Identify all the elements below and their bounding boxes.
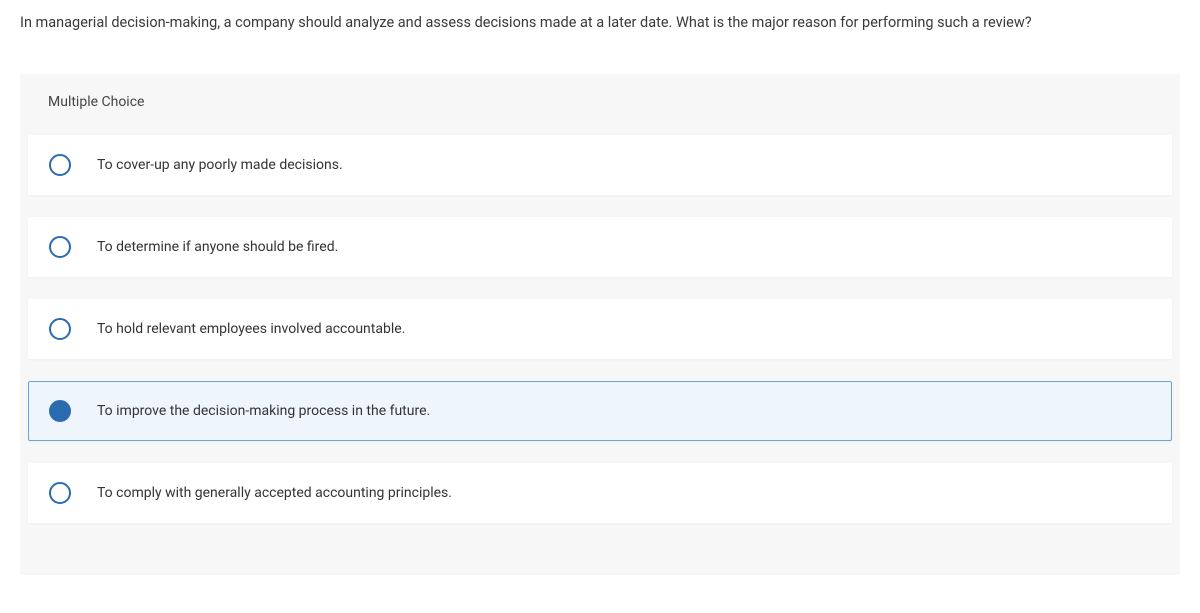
radio-icon <box>49 318 71 340</box>
radio-icon <box>49 154 71 176</box>
option-text: To comply with generally accepted accoun… <box>97 485 452 501</box>
question-text: In managerial decision-making, a company… <box>0 0 1200 44</box>
option-3[interactable]: To improve the decision-making process i… <box>28 381 1172 441</box>
radio-icon <box>49 236 71 258</box>
quiz-panel: Multiple Choice To cover-up any poorly m… <box>20 74 1180 575</box>
radio-icon <box>49 482 71 504</box>
option-text: To cover-up any poorly made decisions. <box>97 157 343 173</box>
option-4[interactable]: To comply with generally accepted accoun… <box>28 463 1172 523</box>
option-text: To determine if anyone should be fired. <box>97 239 338 255</box>
section-label: Multiple Choice <box>20 94 1180 135</box>
option-0[interactable]: To cover-up any poorly made decisions. <box>28 135 1172 195</box>
option-1[interactable]: To determine if anyone should be fired. <box>28 217 1172 277</box>
option-text: To improve the decision-making process i… <box>97 403 430 419</box>
options-container: To cover-up any poorly made decisions. T… <box>20 135 1180 523</box>
option-2[interactable]: To hold relevant employees involved acco… <box>28 299 1172 359</box>
option-text: To hold relevant employees involved acco… <box>97 321 405 337</box>
radio-icon <box>49 400 71 422</box>
